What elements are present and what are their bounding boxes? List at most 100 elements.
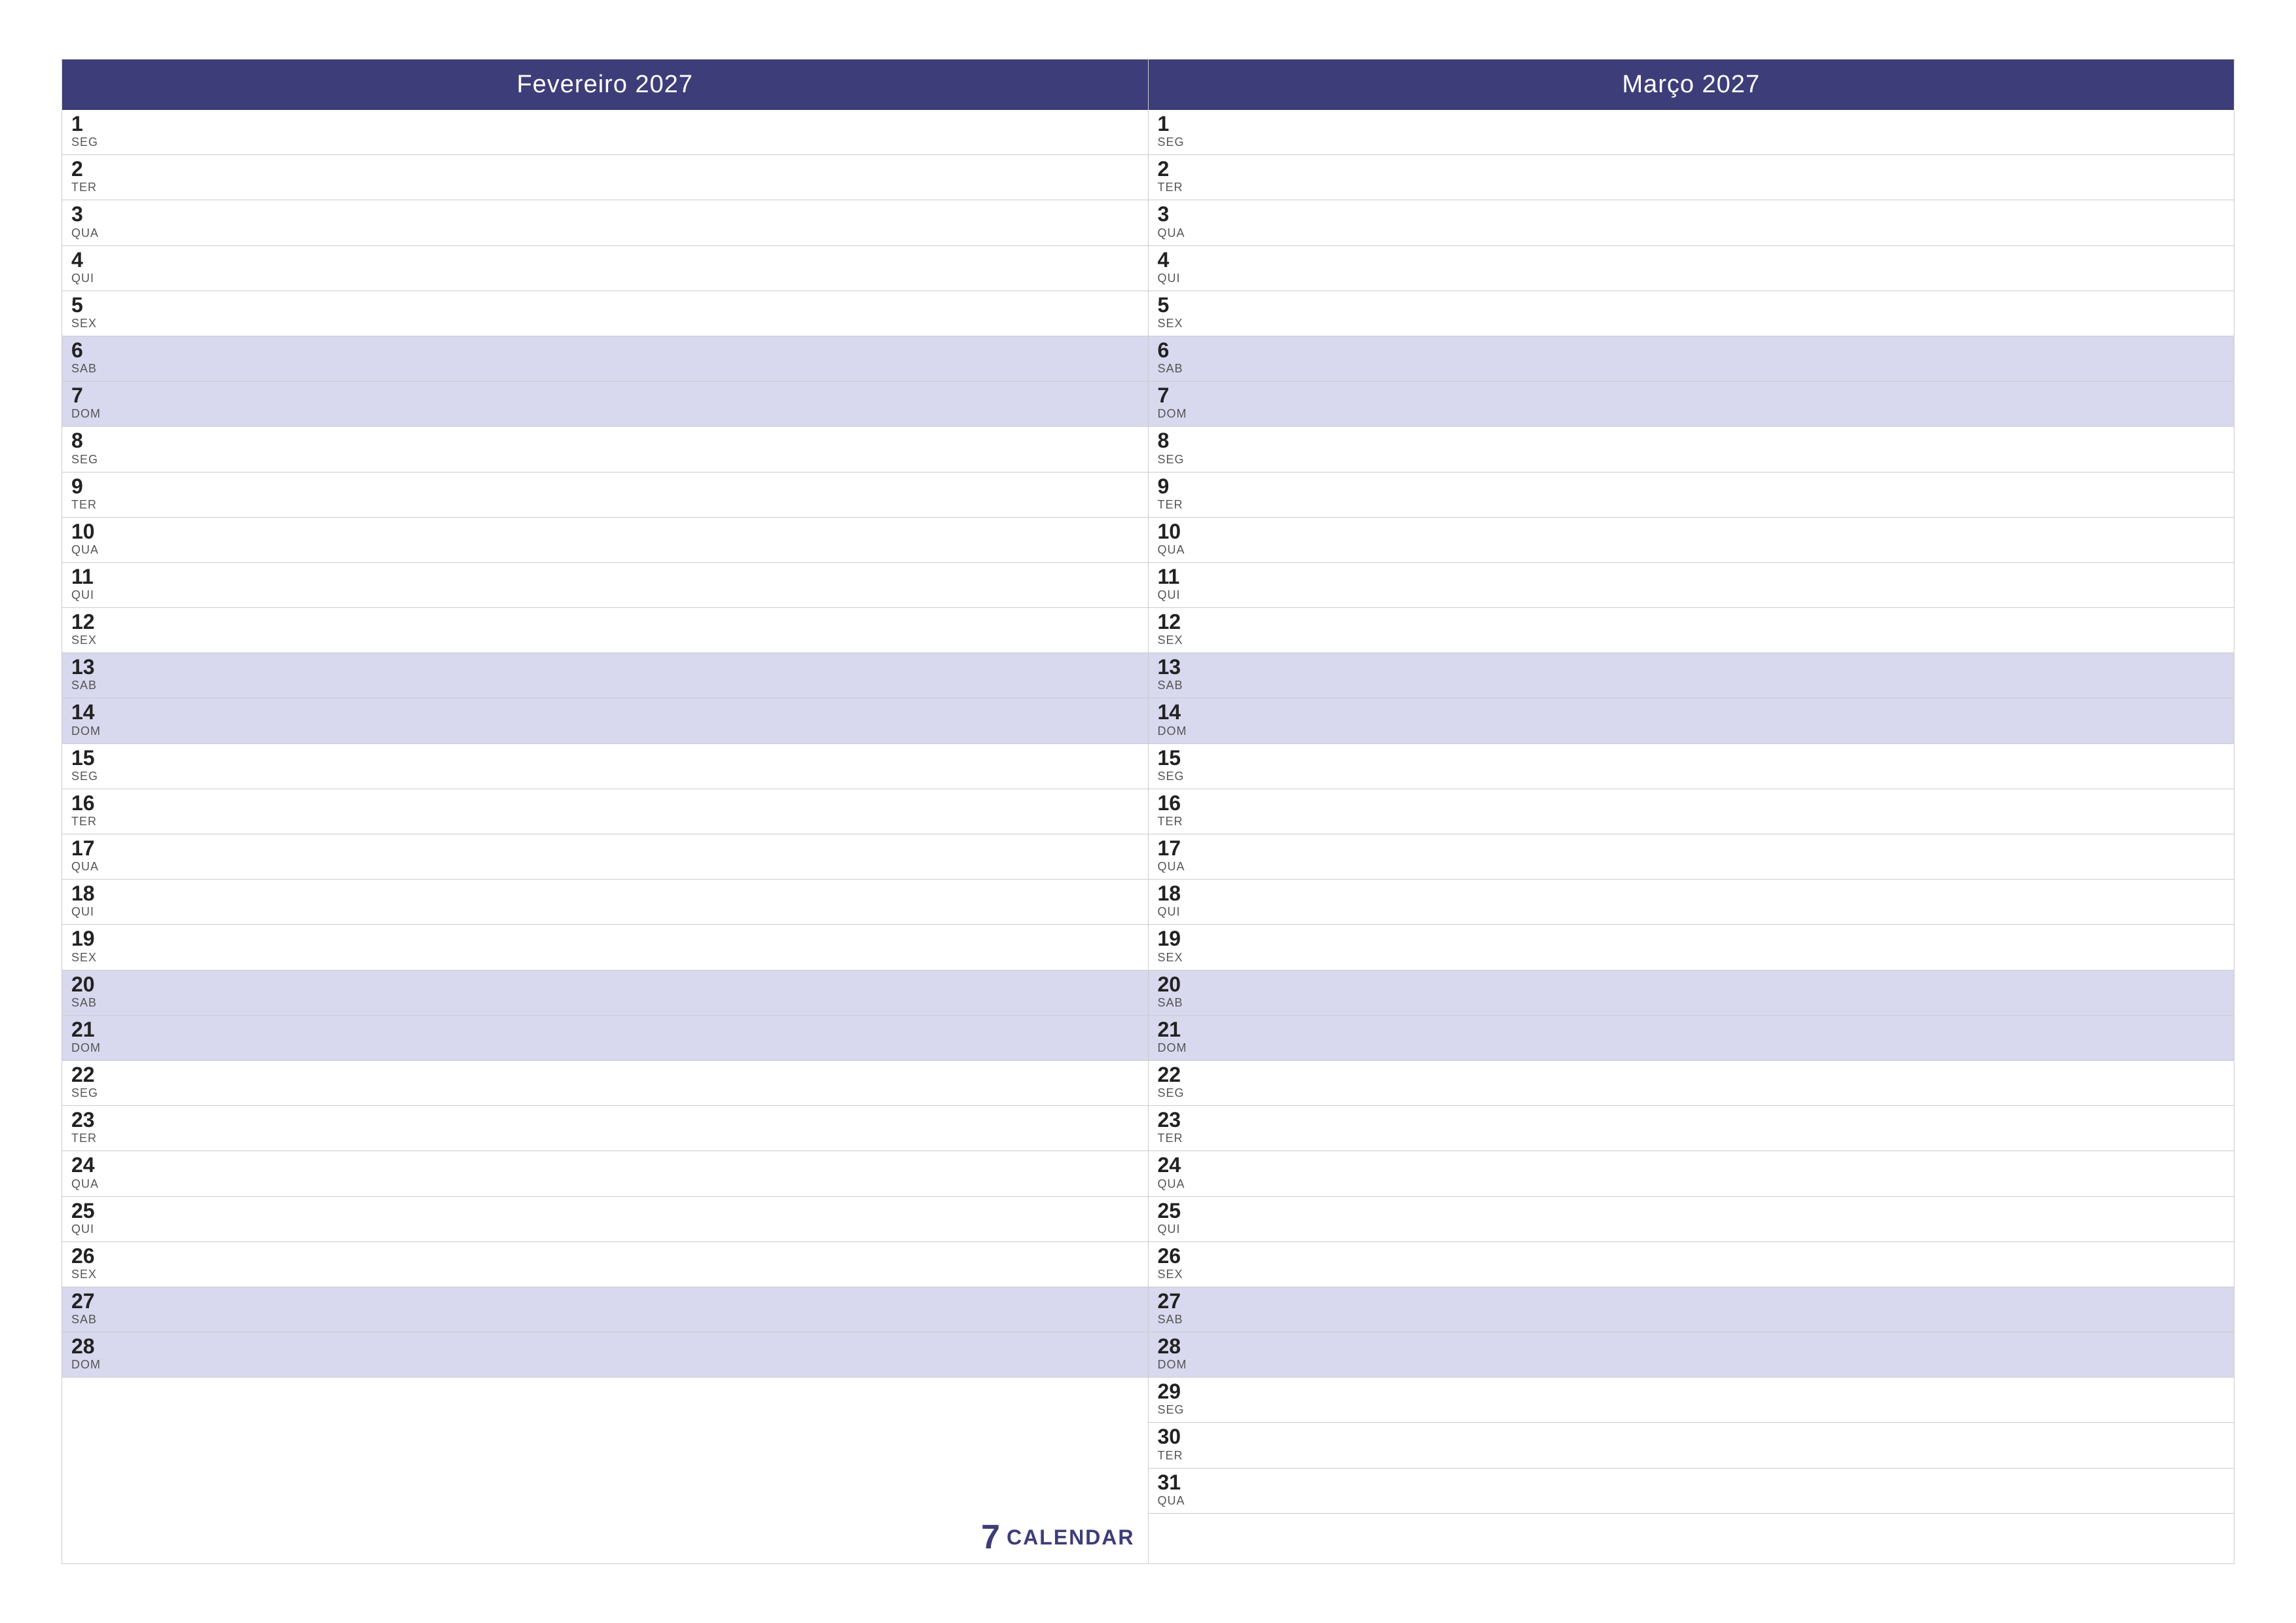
day-name: SEX (1158, 951, 2225, 965)
day-row: 30TER (1149, 1423, 2234, 1468)
day-number: 4 (71, 249, 1139, 272)
day-name: SEG (1158, 453, 2225, 467)
day-number: 19 (71, 927, 1139, 950)
day-row: 22SEG (62, 1061, 1148, 1106)
day-row: 4QUI (1149, 246, 2234, 291)
day-number: 25 (71, 1200, 1139, 1222)
day-row: 31QUA (1149, 1469, 2234, 1514)
day-row: 6SAB (1149, 336, 2234, 382)
day-name: TER (1158, 498, 2225, 512)
day-number: 24 (1158, 1154, 2225, 1177)
day-name: SAB (1158, 362, 2225, 376)
day-number: 21 (71, 1018, 1139, 1041)
day-row: 27SAB (62, 1287, 1148, 1332)
day-name: TER (71, 1132, 1139, 1145)
march-days: 1SEG2TER3QUA4QUI5SEX6SAB7DOM8SEG9TER10QU… (1149, 110, 2234, 1563)
day-name: QUA (71, 543, 1139, 557)
day-row: 6SAB (62, 336, 1148, 382)
day-row: 28DOM (1149, 1332, 2234, 1378)
day-number: 25 (1158, 1200, 2225, 1222)
day-name: QUA (71, 860, 1139, 874)
day-name: TER (1158, 1449, 2225, 1463)
day-number: 23 (71, 1109, 1139, 1132)
day-row: 9TER (1149, 473, 2234, 518)
day-name: QUA (1158, 1177, 2225, 1191)
day-row: 14DOM (1149, 698, 2234, 743)
day-number: 16 (71, 792, 1139, 815)
day-row: 10QUA (62, 518, 1148, 563)
day-row: 25QUI (1149, 1197, 2234, 1242)
day-name: QUI (71, 1222, 1139, 1236)
day-row: 20SAB (1149, 971, 2234, 1016)
day-name: QUI (71, 588, 1139, 602)
day-number: 17 (1158, 837, 2225, 860)
day-number: 1 (71, 113, 1139, 135)
day-row: 27SAB (1149, 1287, 2234, 1332)
day-number: 10 (71, 520, 1139, 543)
day-row: 24QUA (1149, 1151, 2234, 1196)
day-number: 7 (1158, 384, 2225, 407)
day-row: 21DOM (62, 1016, 1148, 1061)
day-name: SEG (71, 453, 1139, 467)
watermark-area: 7 CALENDAR (62, 1511, 1148, 1563)
day-number: 7 (71, 384, 1139, 407)
day-row: 12SEX (62, 608, 1148, 653)
day-row: 4QUI (62, 246, 1148, 291)
day-name: SEX (1158, 633, 2225, 647)
watermark-label: CALENDAR (1007, 1525, 1135, 1550)
day-row: 14DOM (62, 698, 1148, 743)
day-number: 8 (1158, 429, 2225, 452)
day-number: 18 (71, 882, 1139, 905)
watermark: 7 CALENDAR (981, 1518, 1134, 1557)
day-row: 17QUA (62, 834, 1148, 880)
day-row: 18QUI (62, 880, 1148, 925)
day-row: 13SAB (62, 653, 1148, 698)
day-number: 1 (1158, 113, 2225, 135)
day-row: 5SEX (62, 291, 1148, 336)
day-row: 23TER (1149, 1106, 2234, 1151)
day-row: 28DOM (62, 1332, 1148, 1378)
day-name: QUA (71, 1177, 1139, 1191)
day-name: SEG (71, 770, 1139, 783)
day-name: DOM (71, 1041, 1139, 1055)
day-name: TER (1158, 181, 2225, 194)
day-row: 15SEG (62, 744, 1148, 789)
day-name: SEG (1158, 1403, 2225, 1417)
calendars-container: Fevereiro 2027 1SEG2TER3QUA4QUI5SEX6SAB7… (62, 59, 2234, 1564)
day-name: SAB (1158, 996, 2225, 1010)
day-number: 14 (71, 701, 1139, 724)
day-name: QUI (1158, 272, 2225, 285)
day-number: 12 (1158, 611, 2225, 633)
day-name: SAB (1158, 679, 2225, 692)
day-row: 25QUI (62, 1197, 1148, 1242)
day-number: 14 (1158, 701, 2225, 724)
day-name: TER (1158, 815, 2225, 829)
day-number: 3 (1158, 203, 2225, 226)
day-number: 22 (1158, 1063, 2225, 1086)
march-header: Março 2027 (1149, 60, 2234, 110)
day-number: 24 (71, 1154, 1139, 1177)
day-name: SEG (1158, 135, 2225, 149)
day-number: 15 (1158, 747, 2225, 770)
day-number: 11 (71, 565, 1139, 588)
day-number: 13 (1158, 656, 2225, 679)
day-name: QUA (71, 226, 1139, 240)
day-name: QUI (1158, 588, 2225, 602)
day-name: DOM (1158, 1358, 2225, 1372)
day-row: 16TER (1149, 789, 2234, 834)
day-number: 26 (1158, 1245, 2225, 1268)
day-number: 17 (71, 837, 1139, 860)
day-name: DOM (1158, 724, 2225, 738)
day-row: 10QUA (1149, 518, 2234, 563)
day-name: SAB (71, 1313, 1139, 1327)
day-name: TER (71, 815, 1139, 829)
day-row: 11QUI (62, 563, 1148, 608)
day-number: 19 (1158, 927, 2225, 950)
day-name: SAB (71, 679, 1139, 692)
day-row: 11QUI (1149, 563, 2234, 608)
day-number: 9 (1158, 475, 2225, 498)
day-name: QUA (1158, 226, 2225, 240)
day-number: 31 (1158, 1471, 2225, 1494)
day-row: 19SEX (1149, 925, 2234, 970)
day-name: TER (1158, 1132, 2225, 1145)
